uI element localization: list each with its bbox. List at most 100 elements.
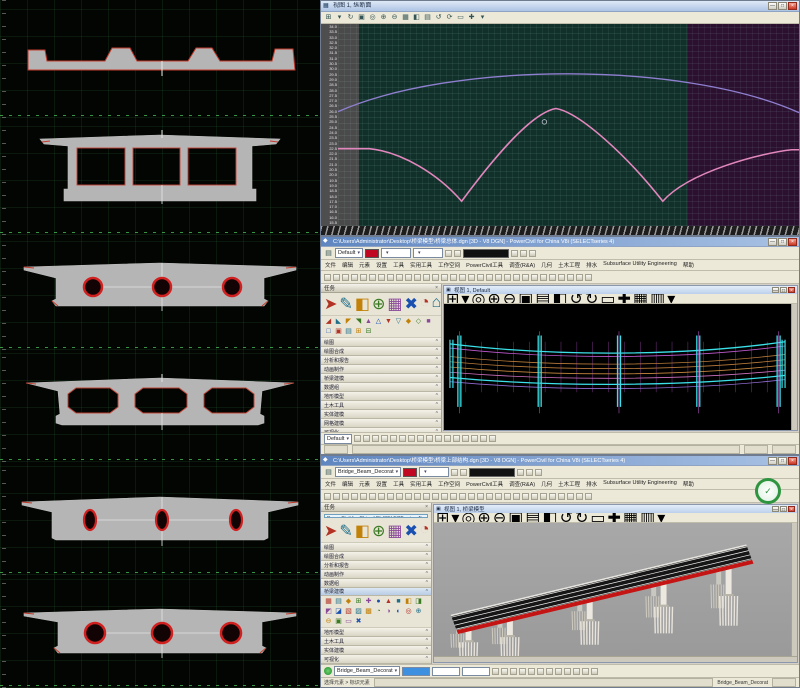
menu-item[interactable]: 几何 xyxy=(541,480,552,488)
bridge-tool-icon[interactable]: ✚ xyxy=(364,597,373,606)
toolbar-icon[interactable] xyxy=(582,668,589,675)
task-section-bar[interactable]: 数据组^ xyxy=(321,579,431,588)
toolbar-icon[interactable] xyxy=(540,274,547,281)
bridge-tool-icon[interactable]: ■ xyxy=(394,597,403,606)
toolbar-icon[interactable]: ↺ xyxy=(434,13,443,22)
toolbar-icon[interactable] xyxy=(405,493,412,500)
toolbar-icon[interactable] xyxy=(591,668,598,675)
toolbar-icon[interactable] xyxy=(324,493,331,500)
view-tool-icon[interactable]: ✚ xyxy=(618,294,631,304)
close-button[interactable]: × xyxy=(788,506,795,512)
toolbar-icon[interactable] xyxy=(468,274,475,281)
toolbar-icon[interactable] xyxy=(450,493,457,500)
task-section-bar[interactable]: 分析和报告^ xyxy=(321,356,441,365)
coordinate-field-z[interactable] xyxy=(462,667,490,676)
task-icon[interactable]: ▤ xyxy=(344,327,353,336)
task-section-bar[interactable]: 动画制作^ xyxy=(321,570,431,579)
toolbar-icon[interactable] xyxy=(396,493,403,500)
toolbar-icon[interactable] xyxy=(387,493,394,500)
view-tool-icon[interactable]: ▾ xyxy=(461,294,469,304)
wireframe-viewport[interactable] xyxy=(444,304,791,430)
task-icon[interactable]: ✎ xyxy=(339,294,352,314)
task-icon[interactable]: ▣ xyxy=(334,327,343,336)
task-section-bar[interactable]: 土木工具^ xyxy=(321,401,441,410)
close-icon[interactable]: × xyxy=(435,285,438,291)
view-tool-icon[interactable]: ⊖ xyxy=(503,294,516,304)
toolbar-icon[interactable] xyxy=(564,668,571,675)
view-tool-icon[interactable]: ▣ xyxy=(508,513,523,523)
toolbar-icon[interactable] xyxy=(423,274,430,281)
active-color-swatch[interactable] xyxy=(403,468,417,477)
toolbar-icon[interactable] xyxy=(531,274,538,281)
toolbar-icon[interactable] xyxy=(477,493,484,500)
toolbar-icon[interactable] xyxy=(387,274,394,281)
task-icon[interactable]: ▽ xyxy=(394,317,403,326)
cross-section-panel-6[interactable] xyxy=(0,575,320,688)
task-icon[interactable]: ✖ xyxy=(404,521,417,541)
toolbar-icon[interactable]: ◧ xyxy=(412,13,421,22)
task-section-bar[interactable]: 动画制作^ xyxy=(321,365,441,374)
toolbar-icon[interactable] xyxy=(555,668,562,675)
task-icon[interactable]: ◔ xyxy=(420,294,430,314)
toolbar-icon[interactable] xyxy=(354,435,361,442)
toolbar-icon[interactable] xyxy=(351,274,358,281)
toolbar-icon[interactable] xyxy=(535,469,542,476)
task-section-bar[interactable]: 绘图合成^ xyxy=(321,552,431,561)
toolbar-icon[interactable] xyxy=(441,274,448,281)
view-tool-icon[interactable]: ⊕ xyxy=(477,513,490,523)
toolbar-icon[interactable] xyxy=(495,493,502,500)
toolbar-icon[interactable]: ⟳ xyxy=(445,13,454,22)
active-level-combo[interactable]: Default▾ xyxy=(335,248,363,258)
active-level-combo[interactable]: Bridge_Beam_Decorat▾ xyxy=(335,467,401,477)
toolbar-icon[interactable] xyxy=(445,250,452,257)
toolbar-icon[interactable]: ▭ xyxy=(456,13,465,22)
view-tool-icon[interactable]: ▭ xyxy=(600,294,615,304)
toolbar-icon[interactable] xyxy=(585,274,592,281)
toolbar-icon[interactable] xyxy=(519,668,526,675)
coordinate-field-y[interactable] xyxy=(432,667,460,676)
toolbar-icon[interactable] xyxy=(489,435,496,442)
task-icon[interactable]: △ xyxy=(374,317,383,326)
toolbar-icon[interactable] xyxy=(558,493,565,500)
menu-item[interactable]: 编辑 xyxy=(342,480,353,488)
toolbar-icon[interactable] xyxy=(432,274,439,281)
view-titlebar[interactable]: ▣ 视图 1, 桥梁模型 —□× xyxy=(434,505,797,513)
view-tool-icon[interactable]: ◧ xyxy=(552,294,567,304)
toolbar-icon[interactable] xyxy=(441,493,448,500)
toolbar-icon[interactable]: ▾ xyxy=(478,13,487,22)
bridge-tool-icon[interactable]: ◐ xyxy=(394,607,403,616)
toolbar-icon[interactable] xyxy=(390,435,397,442)
close-button[interactable]: × xyxy=(788,238,797,246)
bridge-tool-icon[interactable]: ● xyxy=(374,597,383,606)
toolbar-icon[interactable] xyxy=(529,250,536,257)
task-section-bar[interactable]: 实体建模^ xyxy=(321,646,431,655)
toolbar-icon[interactable] xyxy=(360,493,367,500)
view-tool-icon[interactable]: ▾ xyxy=(657,513,665,523)
task-section-bar-expanded[interactable]: 桥梁建模 ^ xyxy=(321,588,431,596)
toolbar-icon[interactable] xyxy=(378,274,385,281)
task-section-bar[interactable]: 分析和报告^ xyxy=(321,561,431,570)
toolbar-icon[interactable] xyxy=(585,493,592,500)
bridge-tool-icon[interactable]: ▧ xyxy=(344,607,353,616)
menu-item[interactable]: PowerCivil工具 xyxy=(466,261,503,269)
toolbar-icon[interactable] xyxy=(453,435,460,442)
menu-item[interactable]: 土木工程 xyxy=(558,261,580,269)
view-tool-icon[interactable]: ↺ xyxy=(570,294,583,304)
toolbar-icon[interactable] xyxy=(405,274,412,281)
view-tool-icon[interactable]: ⊞ xyxy=(446,294,459,304)
toolbar-icon[interactable] xyxy=(342,274,349,281)
toolbar-icon[interactable] xyxy=(372,435,379,442)
horizontal-scrollbar[interactable] xyxy=(434,656,797,662)
menu-item[interactable]: 帮助 xyxy=(683,261,694,269)
menu-item[interactable]: 实用工具 xyxy=(410,261,432,269)
task-icon[interactable]: ◆ xyxy=(404,317,413,326)
toolbar-icon[interactable] xyxy=(510,668,517,675)
task-section-bar[interactable]: 绘图^ xyxy=(321,543,431,552)
task-icon[interactable]: ▦ xyxy=(387,294,402,314)
bridge-tool-icon[interactable]: ▲ xyxy=(384,597,393,606)
vertical-scrollbar[interactable] xyxy=(791,523,797,656)
view-titlebar[interactable]: ▣ 视图 1, Default —□× xyxy=(444,286,797,294)
view-tool-icon[interactable]: ▦ xyxy=(623,513,638,523)
bridge-tool-icon[interactable]: ▭ xyxy=(344,617,353,626)
toolbar-icon[interactable] xyxy=(528,668,535,675)
